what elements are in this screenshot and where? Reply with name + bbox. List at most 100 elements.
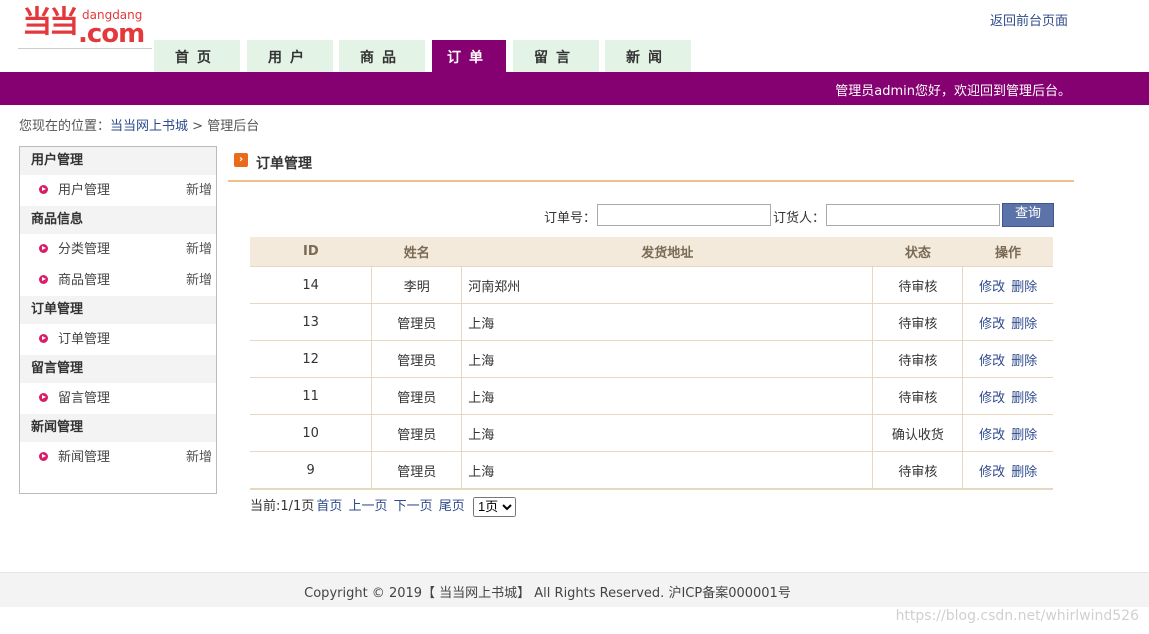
breadcrumb-current: 管理后台	[207, 119, 260, 134]
edit-link[interactable]: 修改	[979, 391, 1005, 406]
sidebar-item-product-management[interactable]: 商品管理 新增	[20, 265, 216, 296]
nav-tab-orders[interactable]: 订单	[432, 40, 506, 72]
cell-id: 12	[250, 340, 372, 378]
nav-tab-users[interactable]: 用户	[247, 40, 333, 72]
footer: Copyright © 2019【 当当网上书城】 All Rights Res…	[0, 572, 1149, 607]
buyer-input[interactable]	[826, 204, 1000, 226]
delete-link[interactable]: 删除	[1011, 354, 1037, 369]
table-row: 10 管理员 上海 确认收货 修改 删除	[250, 414, 1053, 452]
table-row: 14 李明 河南郑州 待审核 修改 删除	[250, 266, 1053, 304]
cell-name: 管理员	[371, 303, 462, 341]
sidebar-group-messages: 留言管理	[20, 355, 216, 383]
cell-id: 9	[250, 451, 372, 490]
column-header-status: 状态	[872, 237, 963, 267]
table-row: 11 管理员 上海 待审核 修改 删除	[250, 377, 1053, 415]
sidebar-item-category-management[interactable]: 分类管理 新增	[20, 234, 216, 265]
sidebar-item-label[interactable]: 商品管理	[58, 273, 110, 288]
breadcrumb: 您现在的位置：当当网上书城 > 管理后台	[19, 115, 259, 134]
cell-name: 管理员	[371, 377, 462, 415]
sidebar-add-news-link[interactable]: 新增	[186, 442, 212, 473]
cell-status: 待审核	[872, 303, 963, 341]
cell-address: 河南郑州	[461, 266, 873, 304]
column-header-name: 姓名	[371, 237, 462, 267]
sidebar-item-label[interactable]: 留言管理	[58, 391, 110, 406]
table-row: 13 管理员 上海 待审核 修改 删除	[250, 303, 1053, 341]
cell-name: 管理员	[371, 451, 462, 490]
sidebar-add-product-link[interactable]: 新增	[186, 265, 212, 296]
sidebar-add-category-link[interactable]: 新增	[186, 234, 212, 265]
nav-tab-news[interactable]: 新闻	[605, 40, 691, 72]
sidebar-item-label[interactable]: 分类管理	[58, 242, 110, 257]
edit-link[interactable]: 修改	[979, 280, 1005, 295]
pager-next-link[interactable]: 下一页	[394, 499, 433, 514]
sidebar-item-order-management[interactable]: 订单管理	[20, 324, 216, 355]
nav-tab-messages[interactable]: 留言	[513, 40, 599, 72]
table-header-row: ID 姓名 发货地址 状态 操作	[250, 237, 1053, 267]
cell-address: 上海	[461, 451, 873, 490]
section-header: › 订单管理	[228, 148, 1074, 182]
breadcrumb-home-link[interactable]: 当当网上书城	[110, 119, 188, 134]
edit-link[interactable]: 修改	[979, 317, 1005, 332]
edit-link[interactable]: 修改	[979, 428, 1005, 443]
cell-name: 李明	[371, 266, 462, 304]
sidebar-item-label[interactable]: 新闻管理	[58, 450, 110, 465]
sidebar: 用户管理 用户管理 新增 商品信息 分类管理 新增 商品管理 新增 订单管理 订…	[19, 146, 217, 494]
order-no-label: 订单号：	[544, 211, 597, 226]
edit-link[interactable]: 修改	[979, 465, 1005, 480]
header: 当当 dangdang .com 返回前台页面 首页 用户 商品 订单 留言 新…	[0, 0, 1149, 72]
bullet-arrow-icon	[39, 452, 48, 461]
cell-name: 管理员	[371, 340, 462, 378]
welcome-banner: 管理员admin您好，欢迎回到管理后台。	[0, 72, 1149, 105]
cell-name: 管理员	[371, 414, 462, 452]
bullet-arrow-icon	[39, 393, 48, 402]
bullet-arrow-icon	[39, 185, 48, 194]
cell-id: 10	[250, 414, 372, 452]
pager-last-link[interactable]: 尾页	[439, 499, 465, 514]
sidebar-item-news-management[interactable]: 新闻管理 新增	[20, 442, 216, 473]
pager-prev-link[interactable]: 上一页	[348, 499, 387, 514]
return-to-frontend-link[interactable]: 返回前台页面	[990, 10, 1068, 29]
cell-address: 上海	[461, 303, 873, 341]
column-header-actions: 操作	[962, 237, 1053, 267]
page-select[interactable]: 1页	[472, 496, 516, 517]
query-button[interactable]: 查询	[1002, 203, 1054, 227]
edit-link[interactable]: 修改	[979, 354, 1005, 369]
dangdang-logo[interactable]: 当当 dangdang .com	[18, 6, 152, 49]
nav-tab-home[interactable]: 首页	[154, 40, 240, 72]
page-title: 订单管理	[256, 156, 312, 172]
cell-actions: 修改 删除	[962, 377, 1053, 415]
nav-tab-products[interactable]: 商品	[339, 40, 425, 72]
sidebar-add-user-link[interactable]: 新增	[186, 175, 212, 206]
delete-link[interactable]: 删除	[1011, 465, 1037, 480]
cell-status: 待审核	[872, 451, 963, 490]
sidebar-item-label[interactable]: 用户管理	[58, 183, 110, 198]
cell-status: 待审核	[872, 340, 963, 378]
bullet-arrow-icon	[39, 334, 48, 343]
sidebar-item-label[interactable]: 订单管理	[58, 332, 110, 347]
logo-text-big: .com	[78, 19, 145, 49]
cell-address: 上海	[461, 377, 873, 415]
delete-link[interactable]: 删除	[1011, 317, 1037, 332]
cell-id: 11	[250, 377, 372, 415]
sidebar-group-products: 商品信息	[20, 206, 216, 234]
pagination: 当前:1/1页 首页 上一页 下一页 尾页 1页	[250, 495, 516, 517]
breadcrumb-separator: >	[188, 119, 208, 134]
cell-actions: 修改 删除	[962, 340, 1053, 378]
section-arrow-icon: ›	[234, 153, 248, 167]
pager-current: 当前:1/1页	[250, 499, 315, 514]
cell-status: 确认收货	[872, 414, 963, 452]
cell-address: 上海	[461, 340, 873, 378]
delete-link[interactable]: 删除	[1011, 280, 1037, 295]
logo-mark: 当当	[22, 5, 79, 40]
column-header-address: 发货地址	[461, 237, 873, 267]
table-row: 9 管理员 上海 待审核 修改 删除	[250, 451, 1053, 490]
cell-actions: 修改 删除	[962, 451, 1053, 490]
order-no-input[interactable]	[597, 204, 771, 226]
pager-first-link[interactable]: 首页	[316, 499, 342, 514]
sidebar-item-user-management[interactable]: 用户管理 新增	[20, 175, 216, 206]
delete-link[interactable]: 删除	[1011, 428, 1037, 443]
sidebar-item-message-management[interactable]: 留言管理	[20, 383, 216, 414]
sidebar-group-news: 新闻管理	[20, 414, 216, 442]
delete-link[interactable]: 删除	[1011, 391, 1037, 406]
sidebar-group-users: 用户管理	[20, 147, 216, 175]
